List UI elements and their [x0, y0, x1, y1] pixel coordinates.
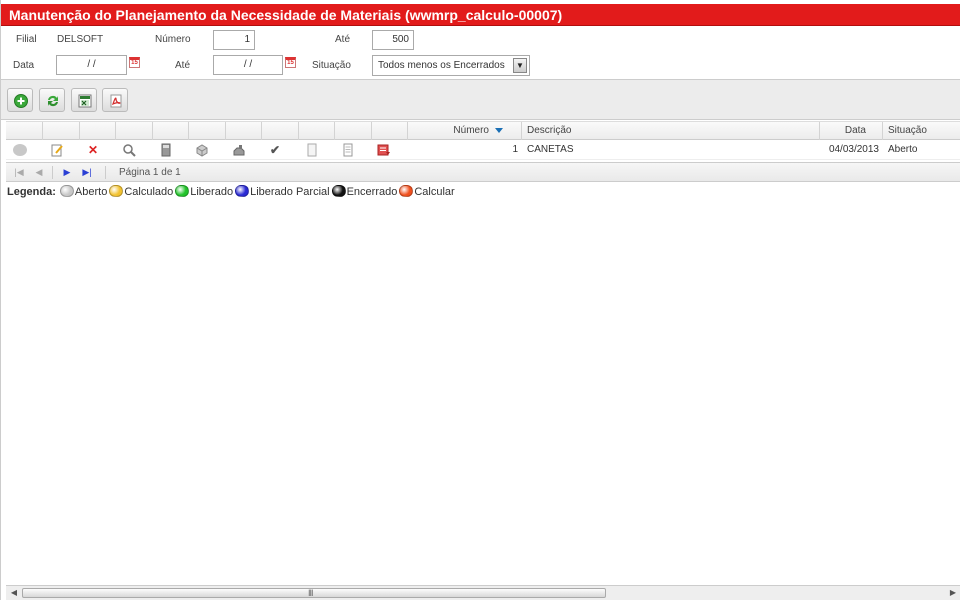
status-dot-icon	[235, 185, 250, 197]
pdf-icon	[110, 94, 122, 108]
data-label: Data	[13, 60, 35, 71]
toolbar	[1, 80, 960, 120]
cell-descricao: CANETAS	[527, 144, 574, 155]
first-page-icon[interactable]: |◀	[14, 167, 24, 177]
horizontal-scrollbar[interactable]: ◀ III ▶	[6, 585, 960, 600]
legend-item: Liberado	[175, 185, 233, 199]
header-action-cell	[226, 122, 262, 140]
refresh-icon	[48, 95, 58, 107]
calendar-icon[interactable]: 15	[285, 57, 296, 68]
numero-ate-input[interactable]: 500	[372, 30, 414, 50]
legend-label: Liberado Parcial	[250, 186, 330, 198]
document-icon[interactable]	[305, 143, 319, 157]
refresh-button[interactable]	[39, 88, 65, 112]
column-header-descricao[interactable]: Descrição	[522, 122, 820, 140]
filial-value: DELSOFT	[57, 34, 104, 45]
legend-item: Encerrado	[331, 185, 398, 199]
legend-item: Liberado Parcial	[235, 185, 330, 199]
column-header-numero-label: Número	[453, 125, 489, 136]
header-action-cell	[116, 122, 153, 140]
export-pdf-button[interactable]	[102, 88, 128, 112]
status-dot-icon	[175, 185, 190, 197]
column-header-situacao[interactable]: Situação	[883, 122, 960, 140]
edit-icon[interactable]	[50, 143, 64, 157]
scrollbar-grip: III	[308, 588, 313, 598]
grid-header: Número Descrição Data Situação	[6, 121, 960, 140]
legend-item: Calcular	[399, 185, 455, 199]
legend-label: Calculado	[124, 186, 174, 198]
delete-icon[interactable]: ✕	[86, 143, 100, 157]
header-action-cell	[372, 122, 408, 140]
status-indicator-icon	[13, 143, 27, 157]
plus-icon	[14, 94, 28, 108]
status-dot-icon	[331, 185, 346, 197]
add-button[interactable]	[7, 88, 33, 112]
header-action-cell	[6, 122, 43, 140]
release-icon[interactable]	[232, 143, 246, 157]
box-icon[interactable]	[195, 143, 209, 157]
checkmark-icon[interactable]: ✔	[268, 143, 282, 157]
table-row[interactable]: ✕ ✔ 1 CANETAS 04/03/2013 Aberto	[6, 141, 960, 160]
situacao-selected-value: Todos menos os Encerrados	[378, 60, 505, 71]
header-action-cell	[299, 122, 335, 140]
status-dot-icon	[109, 185, 124, 197]
header-action-cell	[189, 122, 226, 140]
legend-label: Liberado	[190, 186, 234, 198]
header-action-cell	[43, 122, 80, 140]
cell-numero: 1	[512, 144, 518, 155]
calendar-icon[interactable]: 15	[129, 57, 140, 68]
cell-data: 04/03/2013	[828, 144, 879, 155]
legend-title: Legenda:	[7, 186, 56, 198]
chevron-down-icon[interactable]: ▼	[513, 58, 527, 73]
status-dot-icon	[59, 185, 74, 197]
scroll-left-icon[interactable]: ◀	[8, 587, 20, 599]
print-report-icon[interactable]	[377, 143, 391, 157]
numero-input[interactable]: 1	[213, 30, 255, 50]
header-action-cell	[80, 122, 116, 140]
page-title: Manutenção do Planejamento da Necessidad…	[1, 4, 960, 26]
cell-situacao: Aberto	[888, 144, 918, 155]
scroll-right-icon[interactable]: ▶	[947, 587, 959, 599]
status-dot-icon	[399, 185, 414, 197]
numero-label: Número	[155, 34, 191, 45]
legend-item: Aberto	[59, 185, 108, 199]
scrollbar-thumb[interactable]: III	[22, 588, 606, 598]
pager-separator	[52, 166, 53, 179]
data-input[interactable]: / /	[56, 55, 127, 75]
export-excel-button[interactable]	[71, 88, 97, 112]
header-action-cell	[335, 122, 372, 140]
situacao-select[interactable]: Todos menos os Encerrados ▼	[372, 55, 530, 76]
legend: Legenda: Aberto Calculado Liberado Liberado …	[7, 185, 457, 199]
legend-label: Calcular	[414, 186, 455, 198]
excel-icon	[78, 94, 92, 108]
filter-panel: Filial DELSOFT Número 1 Até 500 Data / /…	[1, 26, 960, 80]
pager: |◀ ◀ ▶ ▶| Página 1 de 1	[6, 162, 960, 182]
data-ate-label: Até	[175, 60, 191, 71]
next-page-icon[interactable]: ▶	[62, 167, 72, 177]
column-header-data[interactable]: Data	[820, 122, 883, 140]
calculator-icon[interactable]	[159, 143, 173, 157]
situacao-label: Situação	[312, 60, 351, 71]
previous-page-icon[interactable]: ◀	[34, 167, 44, 177]
legend-label: Aberto	[74, 186, 108, 198]
header-action-cell	[262, 122, 299, 140]
search-icon[interactable]	[122, 143, 136, 157]
page-indicator: Página 1 de 1	[119, 167, 181, 178]
filial-label: Filial	[16, 34, 37, 45]
report-icon[interactable]	[341, 143, 355, 157]
numero-ate-label: Até	[335, 34, 351, 45]
legend-item: Calculado	[109, 185, 173, 199]
header-action-cell	[153, 122, 189, 140]
pager-separator	[105, 166, 106, 179]
sort-desc-icon	[495, 127, 503, 133]
app-window: Manutenção do Planejamento da Necessidad…	[0, 0, 960, 600]
legend-label: Encerrado	[346, 186, 398, 198]
last-page-icon[interactable]: ▶|	[82, 167, 92, 177]
column-header-numero[interactable]: Número	[408, 122, 522, 140]
data-ate-input[interactable]: / /	[213, 55, 283, 75]
